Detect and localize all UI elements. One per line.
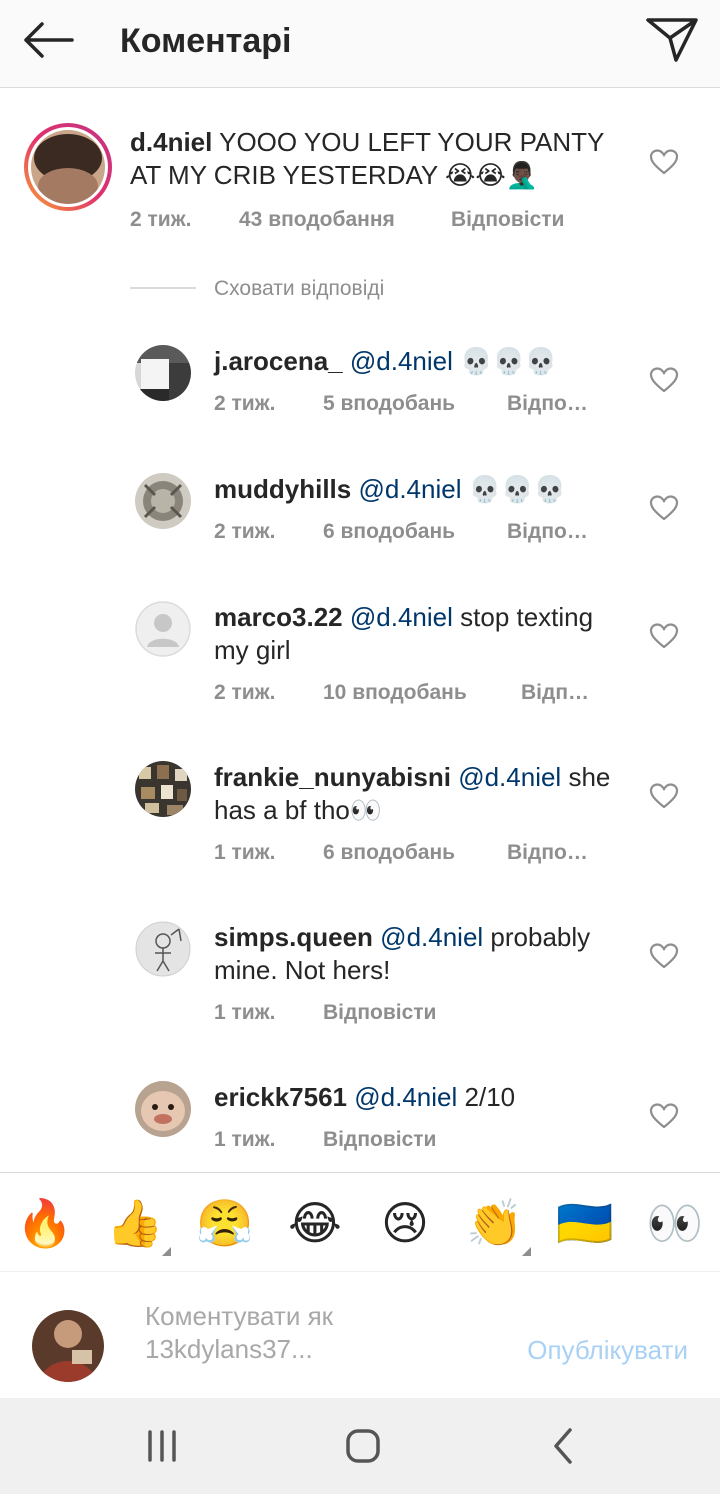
avatar xyxy=(31,130,105,204)
tears-of-joy-emoji-button[interactable]: 😂 xyxy=(285,1195,345,1251)
avatar xyxy=(32,1310,104,1382)
recent-apps-icon[interactable] xyxy=(138,1424,186,1468)
comment-text: simps.queen @d.4niel probably mine. Not … xyxy=(214,921,634,987)
heart-icon[interactable] xyxy=(649,622,679,650)
reply-button[interactable]: Відпо… xyxy=(507,518,588,546)
avatar[interactable] xyxy=(135,761,191,817)
heart-icon[interactable] xyxy=(649,942,679,970)
reply-comment: simps.queen @d.4niel probably mine. Not … xyxy=(0,918,720,1038)
reply-button[interactable]: Відповісти xyxy=(323,1126,436,1154)
heart-icon[interactable] xyxy=(649,1102,679,1130)
comment-username[interactable]: marco3.22 xyxy=(214,602,343,632)
reply-button[interactable]: Відпо… xyxy=(507,390,588,418)
reply-button[interactable]: Відповісти xyxy=(451,206,564,234)
likes-count[interactable]: 5 вподобань xyxy=(323,390,455,418)
comment-meta: 1 тиж. 6 вподобань Відпо… xyxy=(214,839,614,867)
mention-link[interactable]: @d.4niel xyxy=(458,762,561,792)
comment-text: j.arocena_ @d.4niel 💀💀💀 xyxy=(214,345,624,378)
system-nav-bar xyxy=(0,1398,720,1494)
likes-count[interactable]: 6 вподобань xyxy=(323,518,455,546)
mention-link[interactable]: @d.4niel xyxy=(380,922,483,952)
comment-input[interactable]: Коментувати як 13kdylans37... xyxy=(145,1300,485,1380)
mention-link[interactable]: @d.4niel xyxy=(350,346,453,376)
fire-emoji-button[interactable]: 🔥 xyxy=(15,1195,75,1251)
comment-username[interactable]: j.arocena_ xyxy=(214,346,343,376)
direct-send-icon[interactable] xyxy=(644,14,700,64)
comment-text: d.4niel YOOO YOU LEFT YOUR PANTY AT MY C… xyxy=(130,126,610,192)
comment-text: marco3.22 @d.4niel stop texting my girl xyxy=(214,601,634,667)
emoji-quick-bar: 🔥 👍 😤 😂 😢 👏 🇺🇦 👀 xyxy=(0,1172,720,1272)
mention-link[interactable]: @d.4niel xyxy=(354,1082,457,1112)
comment-body: 2/10 xyxy=(457,1082,516,1112)
skin-tone-indicator xyxy=(162,1247,171,1256)
comment-username[interactable]: simps.queen xyxy=(214,922,373,952)
comment-meta: 2 тиж. 43 вподобання Відповісти xyxy=(130,206,610,234)
home-icon[interactable] xyxy=(339,1424,387,1468)
reply-comment: erickk7561 @d.4niel 2/10 1 тиж. Відповіс… xyxy=(0,1078,720,1168)
reply-button[interactable]: Відпо… xyxy=(507,839,588,867)
comment-time: 2 тиж. xyxy=(214,392,276,415)
mention-link[interactable]: @d.4niel xyxy=(358,474,461,504)
comment-username[interactable]: d.4niel xyxy=(130,127,212,157)
heart-icon[interactable] xyxy=(649,366,679,394)
avatar[interactable] xyxy=(135,473,191,529)
comment-username[interactable]: erickk7561 xyxy=(214,1082,347,1112)
page-title: Коментарі xyxy=(120,22,292,60)
comment-username[interactable]: frankie_nunyabisni xyxy=(214,762,451,792)
comment-username[interactable]: muddyhills xyxy=(214,474,351,504)
heart-icon[interactable] xyxy=(649,782,679,810)
ukraine-flag-emoji-button[interactable]: 🇺🇦 xyxy=(555,1195,615,1251)
back-arrow-icon[interactable] xyxy=(18,18,76,62)
comment-time: 1 тиж. xyxy=(214,841,276,864)
comment-text: erickk7561 @d.4niel 2/10 xyxy=(214,1081,634,1114)
comment-time: 2 тиж. xyxy=(130,208,192,231)
default-avatar-icon[interactable] xyxy=(135,601,191,657)
likes-count[interactable]: 43 вподобання xyxy=(239,206,395,234)
comment-time: 2 тиж. xyxy=(214,520,276,543)
avatar[interactable] xyxy=(135,1081,191,1137)
comment-meta: 1 тиж. Відповісти xyxy=(214,1126,614,1154)
divider xyxy=(130,287,196,289)
reply-button[interactable]: Відп… xyxy=(521,679,589,707)
comment-meta: 2 тиж. 10 вподобань Відп… xyxy=(214,679,614,707)
reply-comment: muddyhills @d.4niel 💀💀💀 2 тиж. 6 вподоба… xyxy=(0,470,720,560)
likes-count[interactable]: 10 вподобань xyxy=(323,679,467,707)
reply-comment: j.arocena_ @d.4niel 💀💀💀 2 тиж. 5 вподоба… xyxy=(0,342,720,432)
thumbs-up-emoji-button[interactable]: 👍 xyxy=(105,1195,165,1251)
reply-button[interactable]: Відповісти xyxy=(323,999,436,1027)
back-icon[interactable] xyxy=(540,1424,588,1468)
reply-comment: frankie_nunyabisni @d.4niel she has a bf… xyxy=(0,758,720,878)
comment-body: 💀💀💀 xyxy=(461,474,566,504)
avatar[interactable] xyxy=(135,921,191,977)
comment-meta: 1 тиж. Відповісти xyxy=(214,999,614,1027)
comment-text: muddyhills @d.4niel 💀💀💀 xyxy=(214,473,624,506)
clapping-hands-emoji-button[interactable]: 👏 xyxy=(465,1195,525,1251)
mention-link[interactable]: @d.4niel xyxy=(350,602,453,632)
publish-button[interactable]: Опублікувати xyxy=(527,1334,688,1366)
crying-face-emoji-button[interactable]: 😢 xyxy=(375,1195,435,1251)
comment-body: 💀💀💀 xyxy=(452,346,558,376)
comment-composer: Коментувати як 13kdylans37... Опублікува… xyxy=(0,1272,720,1398)
avatar-story-ring[interactable] xyxy=(24,123,112,211)
heart-icon[interactable] xyxy=(649,494,679,522)
comment-text: frankie_nunyabisni @d.4niel she has a bf… xyxy=(214,761,634,827)
comment-time: 1 тиж. xyxy=(214,1128,276,1151)
reply-comment: marco3.22 @d.4niel stop texting my girl … xyxy=(0,598,720,718)
steam-face-emoji-button[interactable]: 😤 xyxy=(195,1195,255,1251)
comment-meta: 2 тиж. 6 вподобань Відпо… xyxy=(214,518,614,546)
skin-tone-indicator xyxy=(522,1247,531,1256)
likes-count[interactable]: 6 вподобань xyxy=(323,839,455,867)
eyes-emoji-button[interactable]: 👀 xyxy=(645,1195,705,1251)
hide-replies-label[interactable]: Сховати відповіді xyxy=(214,274,384,304)
comment-time: 1 тиж. xyxy=(214,1001,276,1024)
comment-meta: 2 тиж. 5 вподобань Відпо… xyxy=(214,390,614,418)
top-bar: Коментарі xyxy=(0,0,720,88)
comment-time: 2 тиж. xyxy=(214,681,276,704)
main-comment: d.4niel YOOO YOU LEFT YOUR PANTY AT MY C… xyxy=(0,120,720,260)
avatar[interactable] xyxy=(135,345,191,401)
heart-icon[interactable] xyxy=(649,148,679,176)
